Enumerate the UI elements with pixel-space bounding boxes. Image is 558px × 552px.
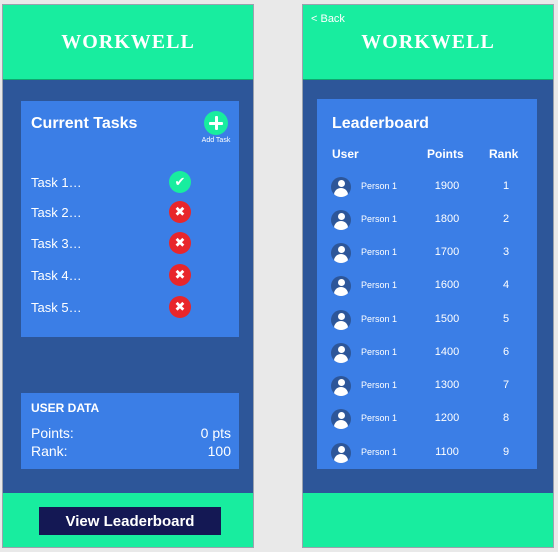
leaderboard-user-name: Person 1 [361, 413, 398, 423]
plus-icon[interactable] [204, 111, 228, 135]
user-avatar-icon [331, 276, 351, 296]
leaderboard-points: 1700 [434, 246, 460, 258]
back-button[interactable]: < Back [311, 13, 345, 25]
leaderboard-points: 1900 [434, 180, 460, 192]
user-avatar-icon [331, 343, 351, 363]
current-tasks-title: Current Tasks [31, 115, 138, 132]
leaderboard-title: Leaderboard [332, 115, 429, 132]
leaderboard-user-name: Person 1 [361, 447, 398, 457]
user-avatar-icon [331, 409, 351, 429]
column-header-rank: Rank [489, 147, 519, 161]
rank-label: Rank: [31, 443, 68, 459]
current-tasks-card: Current Tasks Add Task Task 1… ✔ Task 2…… [21, 101, 239, 337]
x-icon[interactable]: ✖ [169, 296, 191, 318]
leaderboard-row[interactable]: Person 1 1300 7 [317, 374, 537, 398]
task-label: Task 2… [31, 205, 82, 220]
view-leaderboard-button[interactable]: View Leaderboard [39, 507, 221, 535]
leaderboard-row[interactable]: Person 1 1600 4 [317, 274, 537, 298]
rank-row: Rank: 100 [31, 443, 231, 461]
checkmark-icon[interactable]: ✔ [169, 171, 191, 193]
user-avatar-icon [331, 177, 351, 197]
x-icon[interactable]: ✖ [169, 232, 191, 254]
app-footer [303, 493, 553, 547]
leaderboard-card: Leaderboard User Points Rank Person 1 19… [317, 99, 537, 469]
leaderboard-points: 1500 [434, 313, 460, 325]
leaderboard-points: 1600 [434, 279, 460, 291]
task-row[interactable]: Task 5… ✖ [31, 296, 221, 320]
leaderboard-row[interactable]: Person 1 1100 9 [317, 441, 537, 465]
x-icon[interactable]: ✖ [169, 264, 191, 286]
leaderboard-points: 1100 [435, 446, 459, 458]
leaderboard-row[interactable]: Person 1 1900 1 [317, 175, 537, 199]
leaderboard-row[interactable]: Person 1 1200 8 [317, 407, 537, 431]
leaderboard-row[interactable]: Person 1 1400 6 [317, 341, 537, 365]
points-row: Points: 0 pts [31, 425, 231, 443]
leaderboard-points: 1400 [434, 346, 460, 358]
task-label: Task 4… [31, 268, 82, 283]
rank-value: 100 [207, 443, 231, 459]
leaderboard-rank: 1 [502, 180, 510, 192]
user-avatar-icon [331, 376, 351, 396]
leaderboard-rank: 6 [502, 346, 510, 358]
task-row[interactable]: Task 2… ✖ [31, 201, 221, 225]
task-label: Task 3… [31, 236, 82, 251]
user-avatar-icon [331, 443, 351, 463]
leaderboard-rank: 3 [502, 246, 510, 258]
leaderboard-user-name: Person 1 [361, 181, 398, 191]
leaderboard-rank: 5 [502, 313, 510, 325]
column-header-points: Points [427, 147, 464, 161]
leaderboard-rank: 8 [502, 412, 510, 424]
task-label: Task 5… [31, 300, 82, 315]
leaderboard-user-name: Person 1 [361, 347, 398, 357]
app-logo-text: WORKWELL [361, 31, 495, 53]
task-label: Task 1… [31, 175, 82, 190]
task-row[interactable]: Task 3… ✖ [31, 232, 221, 256]
leaderboard-screen: < Back WORKWELL Leaderboard User Points … [302, 4, 554, 548]
leaderboard-rank: 9 [502, 446, 510, 458]
leaderboard-user-name: Person 1 [361, 380, 398, 390]
x-icon[interactable]: ✖ [169, 201, 191, 223]
leaderboard-row[interactable]: Person 1 1800 2 [317, 208, 537, 232]
leaderboard-user-name: Person 1 [361, 314, 398, 324]
leaderboard-user-name: Person 1 [361, 280, 398, 290]
leaderboard-rank: 7 [502, 379, 510, 391]
add-task-label: Add Task [201, 137, 231, 144]
leaderboard-user-name: Person 1 [361, 214, 398, 224]
task-row[interactable]: Task 1… ✔ [31, 171, 221, 195]
leaderboard-rank: 4 [502, 279, 510, 291]
user-data-title: USER DATA [31, 401, 100, 415]
leaderboard-points: 1200 [434, 412, 460, 424]
task-row[interactable]: Task 4… ✖ [31, 264, 221, 288]
leaderboard-points: 1300 [434, 379, 460, 391]
points-label: Points: [31, 425, 74, 441]
add-task-button[interactable]: Add Task [199, 111, 233, 144]
leaderboard-points: 1800 [434, 213, 460, 225]
leaderboard-rank: 2 [502, 213, 510, 225]
home-screen: WORKWELL Current Tasks Add Task Task 1… … [2, 4, 254, 548]
app-logo-text: WORKWELL [61, 31, 195, 53]
leaderboard-row[interactable]: Person 1 1500 5 [317, 308, 537, 332]
user-data-card: USER DATA Points: 0 pts Rank: 100 [21, 393, 239, 469]
user-avatar-icon [331, 310, 351, 330]
column-header-user: User [332, 147, 359, 161]
leaderboard-row[interactable]: Person 1 1700 3 [317, 241, 537, 265]
app-header: WORKWELL [3, 5, 253, 80]
points-value: 0 pts [200, 425, 231, 441]
app-header: < Back WORKWELL [303, 5, 553, 80]
leaderboard-user-name: Person 1 [361, 247, 398, 257]
user-avatar-icon [331, 243, 351, 263]
user-avatar-icon [331, 210, 351, 230]
